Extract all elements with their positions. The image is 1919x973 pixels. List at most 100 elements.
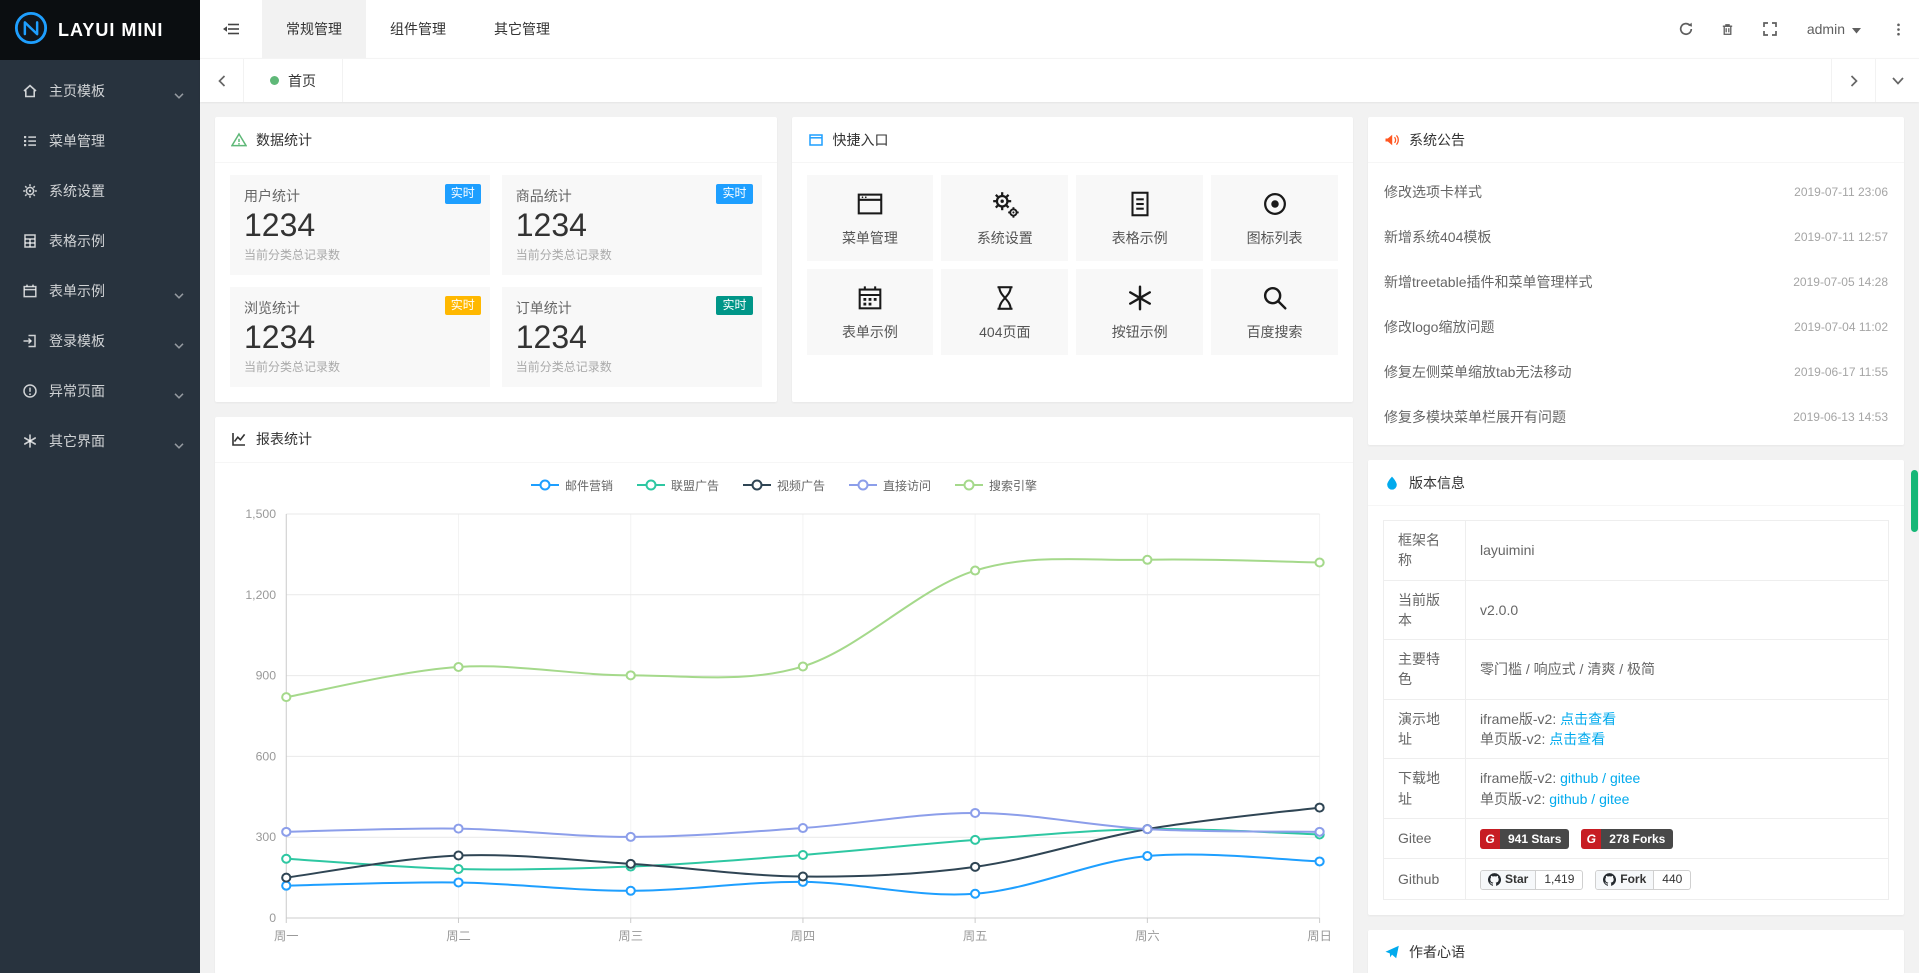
announcement-item[interactable]: 新增treetable插件和菜单管理样式2019-07-05 14:28	[1384, 259, 1888, 304]
quick-tile-label: 百度搜索	[1247, 322, 1303, 342]
download-spa-github-link[interactable]: github	[1549, 791, 1587, 807]
caret-down-icon	[1852, 21, 1861, 37]
module-tab-general[interactable]: 常规管理	[262, 0, 366, 58]
demo-line-prefix: iframe版-v2:	[1480, 711, 1560, 727]
sidebar-item-form-example[interactable]: 表单示例	[0, 266, 200, 316]
module-tab-other[interactable]: 其它管理	[470, 0, 574, 58]
sidebar-item-home-template[interactable]: 主页模板	[0, 66, 200, 116]
fullscreen-button[interactable]	[1749, 0, 1791, 58]
github-star-badge[interactable]: Star 1,419	[1480, 870, 1583, 890]
file-table-icon	[22, 233, 38, 249]
demo-line-prefix: 单页版-v2:	[1480, 731, 1549, 747]
sidebar-item-menu-management[interactable]: 菜单管理	[0, 116, 200, 166]
page-scrollbar[interactable]	[1910, 0, 1919, 973]
legend-label: 搜索引擎	[989, 477, 1037, 494]
stat-value: 1234	[244, 207, 476, 244]
announcement-time: 2019-06-17 11:55	[1794, 365, 1888, 379]
quick-tile-system-settings[interactable]: 系统设置	[941, 175, 1068, 261]
download-iframe-gitee-link[interactable]: gitee	[1610, 770, 1640, 786]
legend-item[interactable]: 联盟广告	[637, 477, 719, 494]
sidebar-item-label: 表单示例	[49, 281, 105, 301]
quick-tile-icon-list[interactable]: 图标列表	[1211, 175, 1338, 261]
tab-home[interactable]: 首页	[244, 59, 343, 102]
alert-circle-icon	[22, 383, 38, 399]
announcement-item[interactable]: 新增系统404模板 2019-07-11 12:57	[1384, 214, 1888, 259]
card-version-info: 版本信息 框架名称 layuimini 当前版本 v2.0.0	[1368, 460, 1904, 915]
logo[interactable]: LAYUI MINI	[0, 0, 200, 60]
tab-label: 首页	[288, 71, 316, 91]
gitee-forks-count: 278 Forks	[1601, 829, 1673, 849]
stat-box-views[interactable]: 浏览统计 1234 当前分类总记录数 实时	[230, 287, 490, 387]
sidebar-item-system-settings[interactable]: 系统设置	[0, 166, 200, 216]
legend-item[interactable]: 视频广告	[743, 477, 825, 494]
quick-tile-baidu-search[interactable]: 百度搜索	[1211, 269, 1338, 355]
sidebar-item-label: 登录模板	[49, 331, 105, 351]
announcement-text: 新增系统404模板	[1384, 227, 1491, 247]
gears-icon	[990, 189, 1020, 219]
announcement-time: 2019-07-11 12:57	[1794, 230, 1888, 244]
gitee-logo-icon: G	[1581, 829, 1601, 849]
svg-text:周二: 周二	[446, 929, 471, 943]
download-spa-gitee-link[interactable]: gitee	[1599, 791, 1629, 807]
legend-label: 直接访问	[883, 477, 931, 494]
version-row-value: iframe版-v2: 点击查看 单页版-v2: 点击查看	[1466, 699, 1889, 759]
gitee-stars-badge[interactable]: G941 Stars	[1480, 829, 1569, 849]
announcement-time: 2019-07-11 23:06	[1794, 185, 1888, 199]
sidebar-item-login-template[interactable]: 登录模板	[0, 316, 200, 366]
tab-scroll-left-button[interactable]	[200, 59, 244, 102]
tab-scroll-right-button[interactable]	[1831, 59, 1875, 102]
card-data-statistics: 数据统计 用户统计 1234 当前分类总记录数 实时	[215, 117, 777, 402]
announcement-item[interactable]: 修改选项卡样式2019-07-11 23:06	[1384, 169, 1888, 214]
stat-box-orders[interactable]: 订单统计 1234 当前分类总记录数 实时	[502, 287, 762, 387]
quick-tile-404-page[interactable]: 404页面	[941, 269, 1068, 355]
legend-label: 邮件营销	[565, 477, 613, 494]
legend-item[interactable]: 邮件营销	[531, 477, 613, 494]
table-row: 框架名称 layuimini	[1384, 521, 1889, 581]
gitee-forks-badge[interactable]: G278 Forks	[1581, 829, 1673, 849]
quick-tile-form-example[interactable]: 表单示例	[807, 269, 934, 355]
card-title: 数据统计	[256, 130, 312, 150]
quick-tile-label: 表格示例	[1112, 228, 1168, 248]
stat-box-goods[interactable]: 商品统计 1234 当前分类总记录数 实时	[502, 175, 762, 275]
legend-item[interactable]: 搜索引擎	[955, 477, 1037, 494]
sidebar-toggle-button[interactable]	[200, 0, 262, 58]
quick-tile-button-example[interactable]: 按钮示例	[1076, 269, 1203, 355]
quick-tile-table-example[interactable]: 表格示例	[1076, 175, 1203, 261]
github-star-count: 1,419	[1536, 871, 1582, 889]
gitee-stars-count: 941 Stars	[1500, 829, 1569, 849]
table-row: 当前版本 v2.0.0	[1384, 580, 1889, 640]
announcement-text: 新增treetable插件和菜单管理样式	[1384, 272, 1592, 292]
dot-circle-icon	[1260, 189, 1290, 219]
table-row: 演示地址 iframe版-v2: 点击查看 单页版-v2: 点击查看	[1384, 699, 1889, 759]
document-icon	[1125, 189, 1155, 219]
refresh-button[interactable]	[1665, 0, 1707, 58]
demo-spa-link[interactable]: 点击查看	[1549, 731, 1605, 747]
clear-cache-button[interactable]	[1707, 0, 1749, 58]
download-line-prefix: iframe版-v2:	[1480, 770, 1560, 786]
announcement-item[interactable]: 修复左侧菜单缩放tab无法移动2019-06-17 11:55	[1384, 349, 1888, 394]
module-tabs: 常规管理 组件管理 其它管理	[262, 0, 574, 58]
github-fork-badge[interactable]: Fork 440	[1595, 870, 1691, 890]
quick-tile-label: 系统设置	[977, 228, 1033, 248]
tab-operations-button[interactable]	[1875, 59, 1919, 102]
announcement-item[interactable]: 修改logo缩放问题2019-07-04 11:02	[1384, 304, 1888, 349]
sidebar-item-table-example[interactable]: 表格示例	[0, 216, 200, 266]
sidebar-item-other-pages[interactable]: 其它界面	[0, 416, 200, 466]
announcement-item[interactable]: 修复多模块菜单栏展开有问题2019-06-13 14:53	[1384, 394, 1888, 439]
demo-iframe-link[interactable]: 点击查看	[1560, 711, 1616, 727]
gitee-logo-icon: G	[1480, 829, 1500, 849]
quick-tile-menu-management[interactable]: 菜单管理	[807, 175, 934, 261]
sidebar-item-error-pages[interactable]: 异常页面	[0, 366, 200, 416]
download-iframe-github-link[interactable]: github	[1560, 770, 1598, 786]
page-scrollbar-thumb[interactable]	[1911, 470, 1918, 532]
sidebar: LAYUI MINI 主页模板 菜单管理 系统设置 表格示例 表单	[0, 0, 200, 973]
svg-text:周三: 周三	[618, 929, 643, 943]
status-badge: 实时	[445, 296, 481, 316]
module-tab-components[interactable]: 组件管理	[366, 0, 470, 58]
legend-item[interactable]: 直接访问	[849, 477, 931, 494]
user-menu[interactable]: admin	[1791, 0, 1877, 58]
content-left-column: 数据统计 用户统计 1234 当前分类总记录数 实时	[215, 117, 1353, 973]
stat-box-users[interactable]: 用户统计 1234 当前分类总记录数 实时	[230, 175, 490, 275]
github-icon	[1603, 873, 1616, 886]
report-chart[interactable]: 03006009001,2001,500周一周二周三周四周五周六周日	[230, 498, 1338, 960]
